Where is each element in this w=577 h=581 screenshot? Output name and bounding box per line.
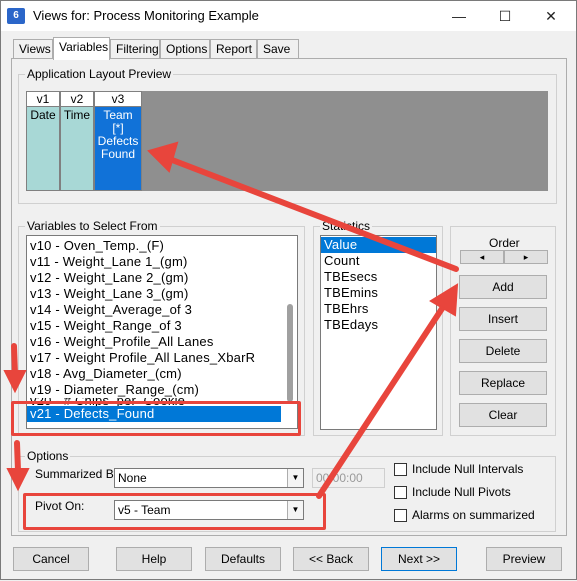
tab-variables[interactable]: Variables — [53, 37, 110, 60]
arrow-pivot-to-add — [316, 298, 450, 499]
annotation-arrows — [3, 141, 459, 499]
arrow-down-variable — [11, 343, 18, 377]
arrow-down-pivot — [14, 440, 21, 474]
dialog-window: 6 Views for: Process Monitoring Example … — [0, 0, 577, 580]
arrow-add-to-preview — [164, 155, 459, 272]
arrow-head-preview — [147, 141, 179, 173]
arrow-head-variable — [3, 370, 27, 394]
arrow-head-pivot — [6, 468, 30, 492]
